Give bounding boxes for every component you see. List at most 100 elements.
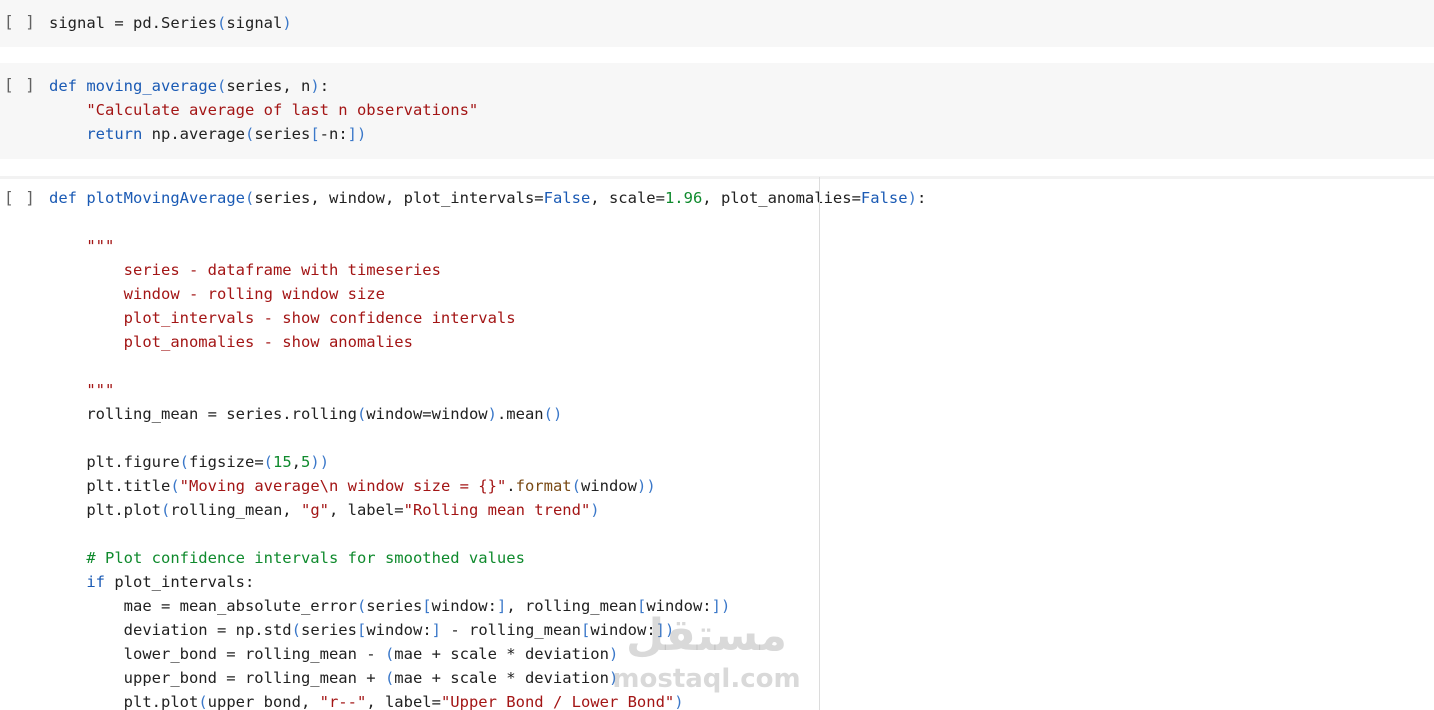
cell-run-prompt[interactable]: [ ] [4, 75, 36, 94]
code-token: ( [384, 645, 395, 663]
code-token: ) [674, 693, 684, 710]
code-editor[interactable]: signal = pd.Series(signal) [49, 11, 292, 35]
code-token: plt.plot [49, 693, 199, 710]
code-token: "Moving average\n window size = {}" [179, 477, 507, 495]
code-token: "Calculate average of last n observation… [86, 101, 479, 119]
code-token: ) [282, 14, 292, 32]
code-token: , [291, 453, 302, 471]
cell-run-prompt[interactable]: [ ] [4, 188, 36, 207]
code-token: """ [86, 381, 115, 399]
code-token: """ [86, 237, 115, 255]
code-token: ] [431, 621, 441, 639]
code-cell-3[interactable]: [ ] def plotMovingAverage(series, window… [0, 176, 1434, 710]
code-token: plot_intervals - show confidence interva… [123, 309, 516, 327]
code-token: ( [170, 477, 180, 495]
code-token: ) [720, 597, 731, 615]
code-token: window - rolling window size [123, 285, 385, 303]
code-token: , plot_anomalies= [702, 189, 861, 207]
code-token: ( [179, 453, 189, 471]
code-token: ) [608, 669, 619, 687]
code-token: mae + scale * deviation [394, 645, 609, 663]
code-token: ( [384, 669, 395, 687]
code-token: ) [636, 477, 647, 495]
code-token: ) [907, 189, 917, 207]
code-token: series, n [226, 77, 311, 95]
code-token: . [506, 477, 516, 495]
code-token: def [49, 77, 77, 95]
code-token: def [49, 189, 77, 207]
code-token: ] [655, 621, 665, 639]
code-token: signal [226, 14, 283, 32]
code-token: if [86, 573, 105, 591]
code-line: plt.plot(upper_bond, "r--", label="Upper… [49, 690, 926, 710]
code-token: lower_bond = rolling_mean - [49, 645, 385, 663]
code-line: plt.figure(figsize=(15,5)) [49, 450, 926, 474]
code-token: format [515, 477, 572, 495]
code-token: .mean [496, 405, 544, 423]
code-token: , label= [366, 693, 441, 710]
code-line: rolling_mean = series.rolling(window=win… [49, 402, 926, 426]
code-line: plt.plot(rolling_mean, "g", label="Rolli… [49, 498, 926, 522]
code-token: series [300, 621, 357, 639]
code-token: [ [310, 125, 320, 143]
code-line: def plotMovingAverage(series, window, pl… [49, 186, 926, 210]
code-token: mae + scale * deviation [394, 669, 609, 687]
code-token: False [543, 189, 591, 207]
code-token: ] [496, 597, 507, 615]
code-token: ) [310, 453, 320, 471]
code-token: np.average [142, 125, 245, 143]
code-cell-1[interactable]: [ ] signal = pd.Series(signal) [0, 0, 1434, 47]
code-line: signal = pd.Series(signal) [49, 11, 292, 35]
code-token: plotMovingAverage [86, 189, 245, 207]
code-line: if plot_intervals: [49, 570, 926, 594]
code-token: -n: [319, 125, 348, 143]
code-cell-2[interactable]: [ ] def moving_average(series, n): "Calc… [0, 63, 1434, 159]
code-token: figsize= [189, 453, 264, 471]
code-token: ( [216, 14, 227, 32]
code-line: deviation = np.std(series[window:] - rol… [49, 618, 926, 642]
code-token: window [580, 477, 637, 495]
code-editor[interactable]: def plotMovingAverage(series, window, pl… [49, 186, 926, 710]
code-token: ( [356, 597, 367, 615]
code-token: , label= [328, 501, 404, 519]
code-token: series [366, 597, 423, 615]
code-token: series, window, plot_intervals= [254, 189, 544, 207]
code-token: return [86, 125, 143, 143]
code-token: "r--" [319, 693, 367, 710]
code-line: mae = mean_absolute_error(series[window:… [49, 594, 926, 618]
code-token: False [860, 189, 908, 207]
line-length-ruler [819, 177, 820, 710]
code-token: [ [356, 621, 367, 639]
code-token: ( [217, 77, 227, 95]
code-editor[interactable]: def moving_average(series, n): "Calculat… [49, 74, 478, 146]
code-line: plot_intervals - show confidence interva… [49, 306, 926, 330]
code-token: : [916, 189, 927, 207]
code-line: lower_bond = rolling_mean - (mae + scale… [49, 642, 926, 666]
code-token: ( [244, 125, 255, 143]
code-line: "Calculate average of last n observation… [49, 98, 478, 122]
code-token: rolling_mean, [170, 501, 301, 519]
code-token: window: [366, 621, 432, 639]
cell-run-prompt[interactable]: [ ] [4, 12, 36, 31]
code-line: window - rolling window size [49, 282, 926, 306]
code-line: """ [49, 378, 926, 402]
cell-top-border [0, 176, 1434, 179]
code-token: , rolling_mean [506, 597, 637, 615]
code-token: ] [347, 125, 358, 143]
code-token: , scale= [590, 189, 665, 207]
code-token: ) [608, 645, 619, 663]
code-line: series - dataframe with timeseries [49, 258, 926, 282]
code-token: [ [580, 621, 591, 639]
code-token: 1.96 [664, 189, 703, 207]
